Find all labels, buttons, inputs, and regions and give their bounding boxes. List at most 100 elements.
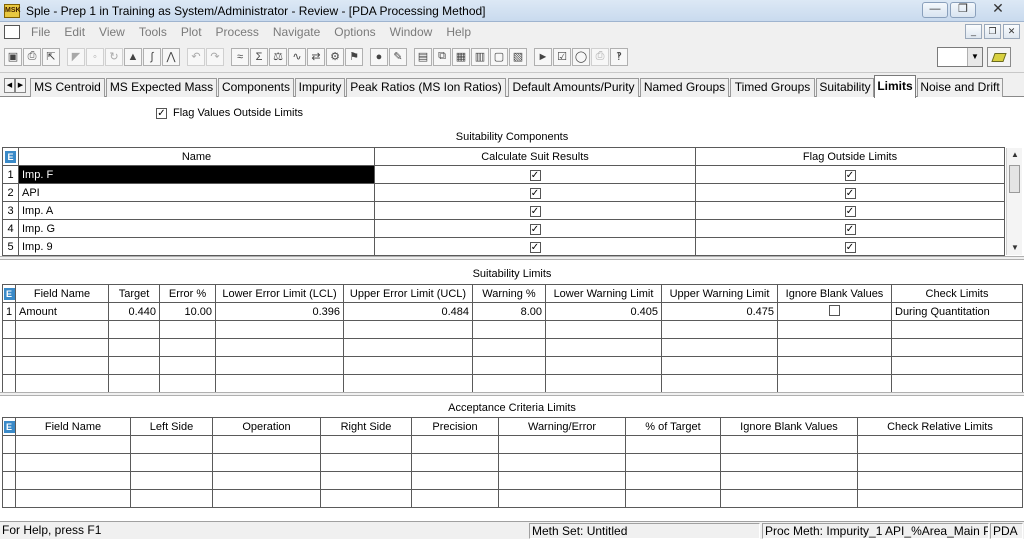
chromatogram-icon[interactable]: ▲ (124, 47, 142, 66)
sign-icon[interactable]: ✎ (389, 47, 407, 66)
column-header[interactable]: Lower Error Limit (LCL) (215, 284, 344, 303)
table-row[interactable] (2, 489, 1023, 508)
view-icon[interactable]: ▧ (509, 47, 527, 66)
report-icon[interactable]: ▤ (414, 47, 432, 66)
tab-limits[interactable]: Limits (874, 75, 916, 98)
ignore-blank-checkbox[interactable] (829, 304, 840, 316)
column-header[interactable]: Operation (212, 417, 321, 436)
field-name-cell[interactable]: Amount (15, 302, 109, 321)
undo-icon[interactable]: ↶ (187, 47, 205, 66)
scroll-down-icon[interactable]: ▼ (1007, 241, 1023, 255)
upper-warning-cell[interactable]: 0.475 (661, 302, 778, 321)
tab-impurity[interactable]: Impurity (295, 78, 345, 97)
component-name-cell[interactable]: Imp. A (18, 201, 375, 220)
tab-components[interactable]: Components (218, 78, 294, 97)
save-icon[interactable]: ▣ (4, 47, 22, 66)
column-header[interactable]: Name (18, 147, 375, 166)
menu-options[interactable]: Options (327, 25, 382, 39)
flag-icon[interactable]: ⚑ (345, 47, 363, 66)
tab-suitability[interactable]: Suitability (816, 78, 874, 97)
column-header[interactable]: Upper Warning Limit (661, 284, 778, 303)
run-icon[interactable]: ► (534, 47, 552, 66)
column-header[interactable]: Flag Outside Limits (695, 147, 1005, 166)
column-header[interactable]: Target (108, 284, 160, 303)
redo-icon[interactable]: ↷ (206, 47, 224, 66)
column-header[interactable]: Precision (411, 417, 499, 436)
menu-edit[interactable]: Edit (57, 25, 92, 39)
flag-outside-cell[interactable]: ✓ (695, 219, 1005, 238)
tab-timed-groups[interactable]: Timed Groups (730, 78, 815, 97)
export-icon[interactable]: ⇱ (42, 47, 60, 66)
scroll-up-icon[interactable]: ▲ (1007, 148, 1023, 162)
mdi-restore-icon[interactable]: ❐ (984, 24, 1001, 39)
scroll-thumb[interactable] (1009, 165, 1020, 193)
table-row[interactable] (2, 374, 1023, 393)
ignore-blank-cell[interactable] (777, 302, 892, 321)
menu-tools[interactable]: Tools (132, 25, 174, 39)
menu-view[interactable]: View (92, 25, 132, 39)
column-header[interactable]: % of Target (625, 417, 721, 436)
flag-outside-checkbox[interactable]: ✓ (844, 205, 856, 217)
target-cell[interactable]: 0.440 (108, 302, 160, 321)
menu-file[interactable]: File (24, 25, 57, 39)
column-header[interactable]: Field Name (15, 284, 109, 303)
components-scrollbar[interactable]: ▲ ▼ (1006, 148, 1022, 255)
row-number[interactable]: 1 (2, 302, 16, 321)
component-name-cell[interactable]: Imp. G (18, 219, 375, 238)
table-row[interactable]: 1 Amount 0.440 10.00 0.396 0.484 8.00 0.… (2, 302, 1023, 321)
table-row[interactable]: 5 Imp. 9 ✓ ✓ (2, 237, 1005, 256)
calc-suit-cell[interactable]: ✓ (374, 183, 696, 202)
table-row[interactable] (2, 356, 1023, 375)
tab-named-groups[interactable]: Named Groups (640, 78, 729, 97)
flag-outside-checkbox[interactable]: ✓ (844, 169, 856, 181)
peak-icon[interactable]: ⋀ (162, 47, 180, 66)
flag-outside-cell[interactable]: ✓ (695, 237, 1005, 256)
row-number[interactable]: 3 (2, 201, 19, 220)
table-row[interactable]: 2 API ✓ ✓ (2, 183, 1005, 202)
column-header[interactable]: Right Side (320, 417, 412, 436)
quantitate-icon[interactable]: Σ (250, 47, 268, 66)
calc-suit-cell[interactable]: ✓ (374, 201, 696, 220)
calc-suit-checkbox[interactable]: ✓ (529, 205, 541, 217)
help-icon[interactable]: ‽ (610, 47, 628, 66)
grid-corner[interactable]: E (2, 284, 16, 303)
grid-corner[interactable]: E (2, 147, 19, 166)
flag-outside-checkbox[interactable]: ✓ (844, 241, 856, 253)
calc-suit-checkbox[interactable]: ✓ (529, 169, 541, 181)
database-icon[interactable]: ◯ (572, 47, 590, 66)
export-report-icon[interactable]: ▥ (471, 47, 489, 66)
print-icon[interactable]: ⎙ (23, 47, 41, 66)
table-row[interactable]: 1 Imp. F ✓ ✓ (2, 165, 1005, 184)
tab-noise-and-drift[interactable]: Noise and Drift (917, 78, 1003, 97)
integrate-icon[interactable]: ∫ (143, 47, 161, 66)
restore-icon[interactable]: ❐ (950, 2, 976, 18)
tab-default-amounts[interactable]: Default Amounts/Purity (508, 78, 639, 97)
column-header[interactable]: Error % (159, 284, 216, 303)
row-number[interactable]: 4 (2, 219, 19, 238)
column-header[interactable]: Calculate Suit Results (374, 147, 696, 166)
mdi-close-icon[interactable]: ✕ (1003, 24, 1020, 39)
calc-suit-checkbox[interactable]: ✓ (529, 223, 541, 235)
chart-icon[interactable]: ◤ (67, 47, 85, 66)
document-icon[interactable] (4, 24, 20, 39)
table-row[interactable]: 4 Imp. G ✓ ✓ (2, 219, 1005, 238)
lcl-cell[interactable]: 0.396 (215, 302, 344, 321)
check-limits-cell[interactable]: During Quantitation (891, 302, 1023, 321)
minimize-icon[interactable]: — (922, 2, 948, 18)
refresh-icon[interactable]: ↻ (105, 47, 123, 66)
table-row[interactable] (2, 435, 1023, 454)
table-row[interactable] (2, 320, 1023, 339)
copy-icon[interactable]: ⧉ (433, 47, 451, 66)
column-header[interactable]: Check Relative Limits (857, 417, 1023, 436)
grid-menu-icon[interactable]: E (5, 150, 16, 163)
flag-values-checkbox[interactable]: ✓ (156, 107, 167, 119)
lower-warning-cell[interactable]: 0.405 (545, 302, 662, 321)
table-row[interactable] (2, 471, 1023, 490)
tab-ms-expected-mass[interactable]: MS Expected Mass (106, 78, 217, 97)
menu-process[interactable]: Process (209, 25, 266, 39)
warning-percent-cell[interactable]: 8.00 (472, 302, 546, 321)
component-name-cell[interactable]: Imp. F (18, 165, 375, 184)
review-icon[interactable]: ⚖ (269, 47, 287, 66)
grid-menu-icon[interactable]: E (3, 420, 15, 433)
grid-menu-icon[interactable]: E (3, 287, 15, 300)
